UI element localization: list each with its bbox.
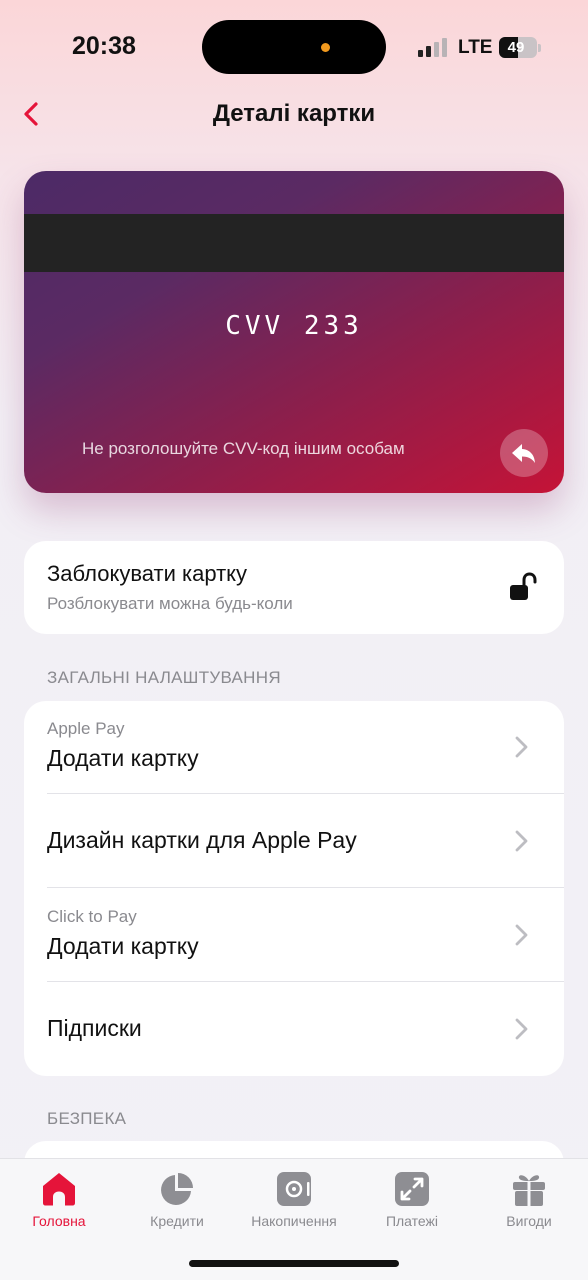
tab-label: Вигоди [506,1213,552,1229]
magnetic-stripe [24,214,564,272]
recording-indicator [321,43,330,52]
block-card-subtitle: Розблокувати можна будь-коли [47,594,293,613]
chevron-right-icon [515,1018,528,1040]
page-title: Деталі картки [212,100,376,127]
chevron-right-icon [515,830,528,852]
home-icon [43,1173,75,1206]
battery-level: 49 [507,39,525,56]
tab-label: Кредити [150,1213,204,1229]
tab-benefits[interactable]: Вигоди [470,1159,588,1239]
divider [47,981,564,982]
tab-label: Головна [32,1213,86,1229]
network-type: LTE [458,37,493,58]
chevron-right-icon [515,736,528,758]
apple-pay-add-card-row[interactable]: Apple Pay Додати картку [24,701,564,794]
block-card-title: Заблокувати картку [47,561,248,586]
battery-icon: 49 [499,37,537,58]
card-back: CVV 233 Не розголошуйте CVV-код іншим ос… [24,171,564,493]
cellular-signal-icon [418,38,448,57]
dynamic-island [202,20,386,74]
home-indicator [189,1260,399,1267]
row-title: Підписки [47,1015,142,1041]
tab-credits[interactable]: Кредити [118,1159,236,1239]
pie-chart-icon [161,1173,193,1205]
gift-icon [513,1175,545,1206]
tab-label: Платежі [385,1213,439,1229]
row-subtitle: Click to Pay [47,907,137,926]
cvv-code: CVV 233 [225,311,363,341]
tab-savings[interactable]: Накопичення [235,1159,353,1239]
general-settings-header: ЗАГАЛЬНІ НАЛАШТУВАННЯ [47,668,281,687]
battery-cap [538,44,541,52]
safe-icon [277,1172,311,1206]
tab-home[interactable]: Головна [0,1159,118,1239]
chevron-right-icon [515,924,528,946]
status-bar: 20:38 LTE 49 [0,0,588,96]
click-to-pay-add-card-row[interactable]: Click to Pay Додати картку [24,889,564,982]
divider [47,793,564,794]
apple-pay-card-design-row[interactable]: Дизайн картки для Apple Pay [24,795,564,888]
status-time: 20:38 [72,32,136,60]
reply-arrow-icon [512,444,535,463]
row-subtitle: Apple Pay [47,719,125,738]
block-card-row[interactable]: Заблокувати картку Розблокувати можна бу… [24,541,564,634]
row-title: Дизайн картки для Apple Pay [47,827,357,853]
row-title: Додати картку [47,745,199,771]
row-title: Додати картку [47,933,199,959]
unlocked-padlock-icon[interactable] [508,571,538,603]
divider [47,887,564,888]
flip-card-button[interactable] [500,429,548,477]
tab-label: Накопичення [251,1213,337,1229]
subscriptions-row[interactable]: Підписки [24,983,564,1076]
cvv-warning: Не розголошуйте CVV-код іншим особам [82,439,405,458]
transfer-arrows-icon [395,1172,429,1206]
security-header: БЕЗПЕКА [47,1109,127,1128]
general-settings-list: Apple Pay Додати картку Дизайн картки дл… [24,701,564,1076]
tab-payments[interactable]: Платежі [353,1159,471,1239]
